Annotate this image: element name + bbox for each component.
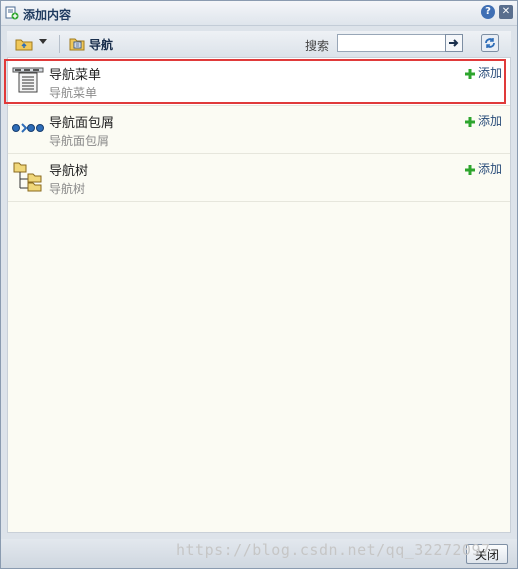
item-description: 导航面包屑 [49, 134, 110, 148]
add-link-label: 添加 [478, 162, 503, 176]
item-description: 导航菜单 [49, 86, 98, 100]
item-description: 导航树 [49, 182, 86, 196]
list-item-navigation-menu[interactable]: 导航菜单 导航菜单 添加 [8, 58, 510, 106]
chevron-down-icon[interactable] [39, 39, 47, 44]
list-item-navigation-breadcrumb[interactable]: 导航面包屑 导航面包屑 添加 [8, 106, 510, 154]
content-list: 导航菜单 导航菜单 添加 导航面包屑 导航面包屑 添加 导航树 导航树 添加 [7, 57, 511, 533]
search-input[interactable] [337, 34, 447, 52]
navigation-breadcrumb[interactable]: 导航 [89, 36, 113, 53]
close-button[interactable]: 关闭 [466, 544, 508, 564]
add-link[interactable]: 添加 [465, 160, 502, 177]
toolbar-divider [59, 35, 60, 53]
add-link[interactable]: 添加 [465, 112, 502, 129]
arrow-right-icon [449, 39, 459, 47]
add-link[interactable]: 添加 [465, 64, 502, 81]
plus-icon [465, 69, 475, 79]
add-link-label: 添加 [478, 114, 503, 128]
item-title: 导航面包屑 [49, 116, 115, 131]
item-title: 导航树 [49, 164, 89, 179]
list-item-navigation-tree[interactable]: 导航树 导航树 添加 [8, 154, 510, 202]
plus-icon [465, 117, 475, 127]
add-content-icon [5, 6, 19, 20]
item-title: 导航菜单 [49, 68, 102, 83]
search-label: 搜索 [305, 39, 330, 53]
plus-icon [465, 165, 475, 175]
search-go-button[interactable] [445, 34, 463, 52]
help-button[interactable]: ? [481, 5, 495, 19]
refresh-icon[interactable] [481, 34, 499, 52]
dialog-title: 添加内容 [23, 8, 72, 22]
dialog-footer: 关闭 [1, 539, 517, 568]
add-content-dialog: 添加内容 ? ✕ 导航 搜索 导航菜单 导航菜单 添加 导航面包屑 导航面包屑 … [0, 0, 518, 569]
close-dialog-button[interactable]: ✕ [499, 5, 513, 19]
folder-up-icon[interactable] [15, 37, 33, 51]
add-link-label: 添加 [478, 66, 503, 80]
navigation-folder-icon [69, 38, 85, 51]
title-bar: 添加内容 ? ✕ [1, 1, 517, 26]
menu-icon [12, 67, 44, 93]
toolbar: 导航 搜索 [7, 31, 511, 57]
breadcrumb-icon [12, 123, 44, 133]
tree-icon [13, 162, 42, 192]
